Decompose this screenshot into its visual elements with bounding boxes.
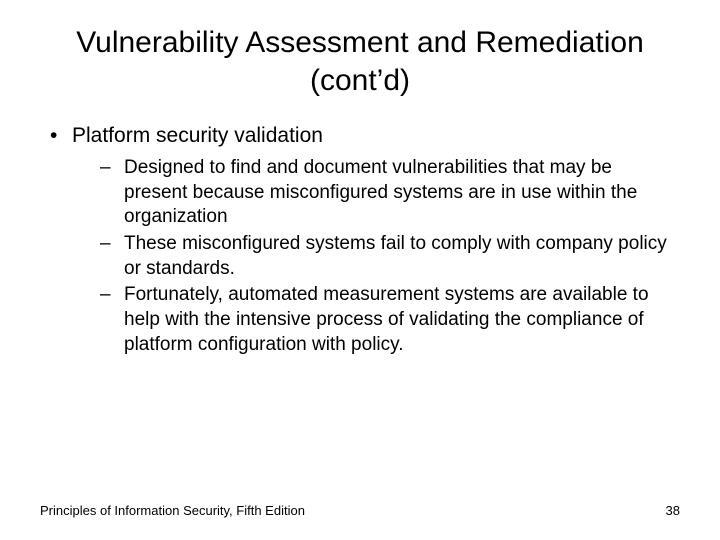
list-item: These misconfigured systems fail to comp… — [100, 232, 680, 281]
slide-title: Vulnerability Assessment and Remediation… — [40, 24, 680, 99]
slide-footer: Principles of Information Security, Fift… — [40, 503, 680, 518]
page-number: 38 — [666, 503, 680, 518]
bullet-text: Platform security validation — [72, 124, 323, 147]
slide-body: Platform security validation Designed to… — [40, 123, 680, 357]
list-item: Designed to find and document vulnerabil… — [100, 156, 680, 230]
footer-source: Principles of Information Security, Fift… — [40, 503, 305, 518]
list-item: Fortunately, automated measurement syste… — [100, 283, 680, 357]
list-item: Platform security validation Designed to… — [40, 123, 680, 357]
